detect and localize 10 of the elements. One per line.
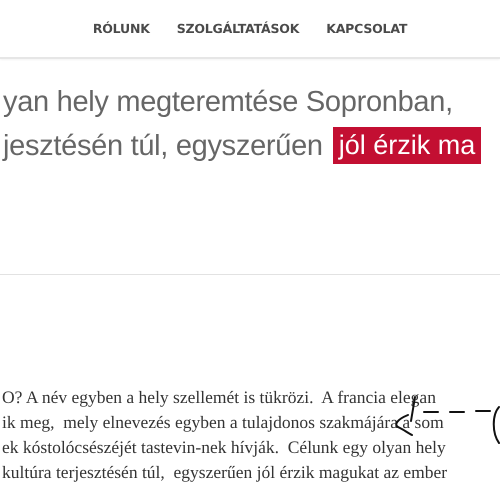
body-text: kultúra terjesztésén túl, egyszerűen jól érzik magukat az ember xyxy=(1,461,448,484)
highlighted-text: jól érzik ma xyxy=(332,127,482,164)
body-text: ik meg, mely elnevezés egyben a tulajdonos szakmájára a som xyxy=(1,411,445,434)
hero-text: jesztésén túl, egyszerűen xyxy=(3,128,323,164)
nav-link[interactable]: RÓLUNK xyxy=(92,21,150,36)
nav-link[interactable]: KAPCSOLAT xyxy=(326,21,408,36)
body-text: O? A név egyben a hely szellemét is tükrözi. A francia elegan xyxy=(1,386,437,409)
nav-link[interactable]: SZOLGÁLTATÁSOK xyxy=(176,21,300,36)
body-text: ek kóstolócsészéjét tastevin-nek hívják. Célunk egy olyan hely xyxy=(1,436,447,459)
hero-text: yan hely megteremtése Sopronban, xyxy=(3,85,453,120)
